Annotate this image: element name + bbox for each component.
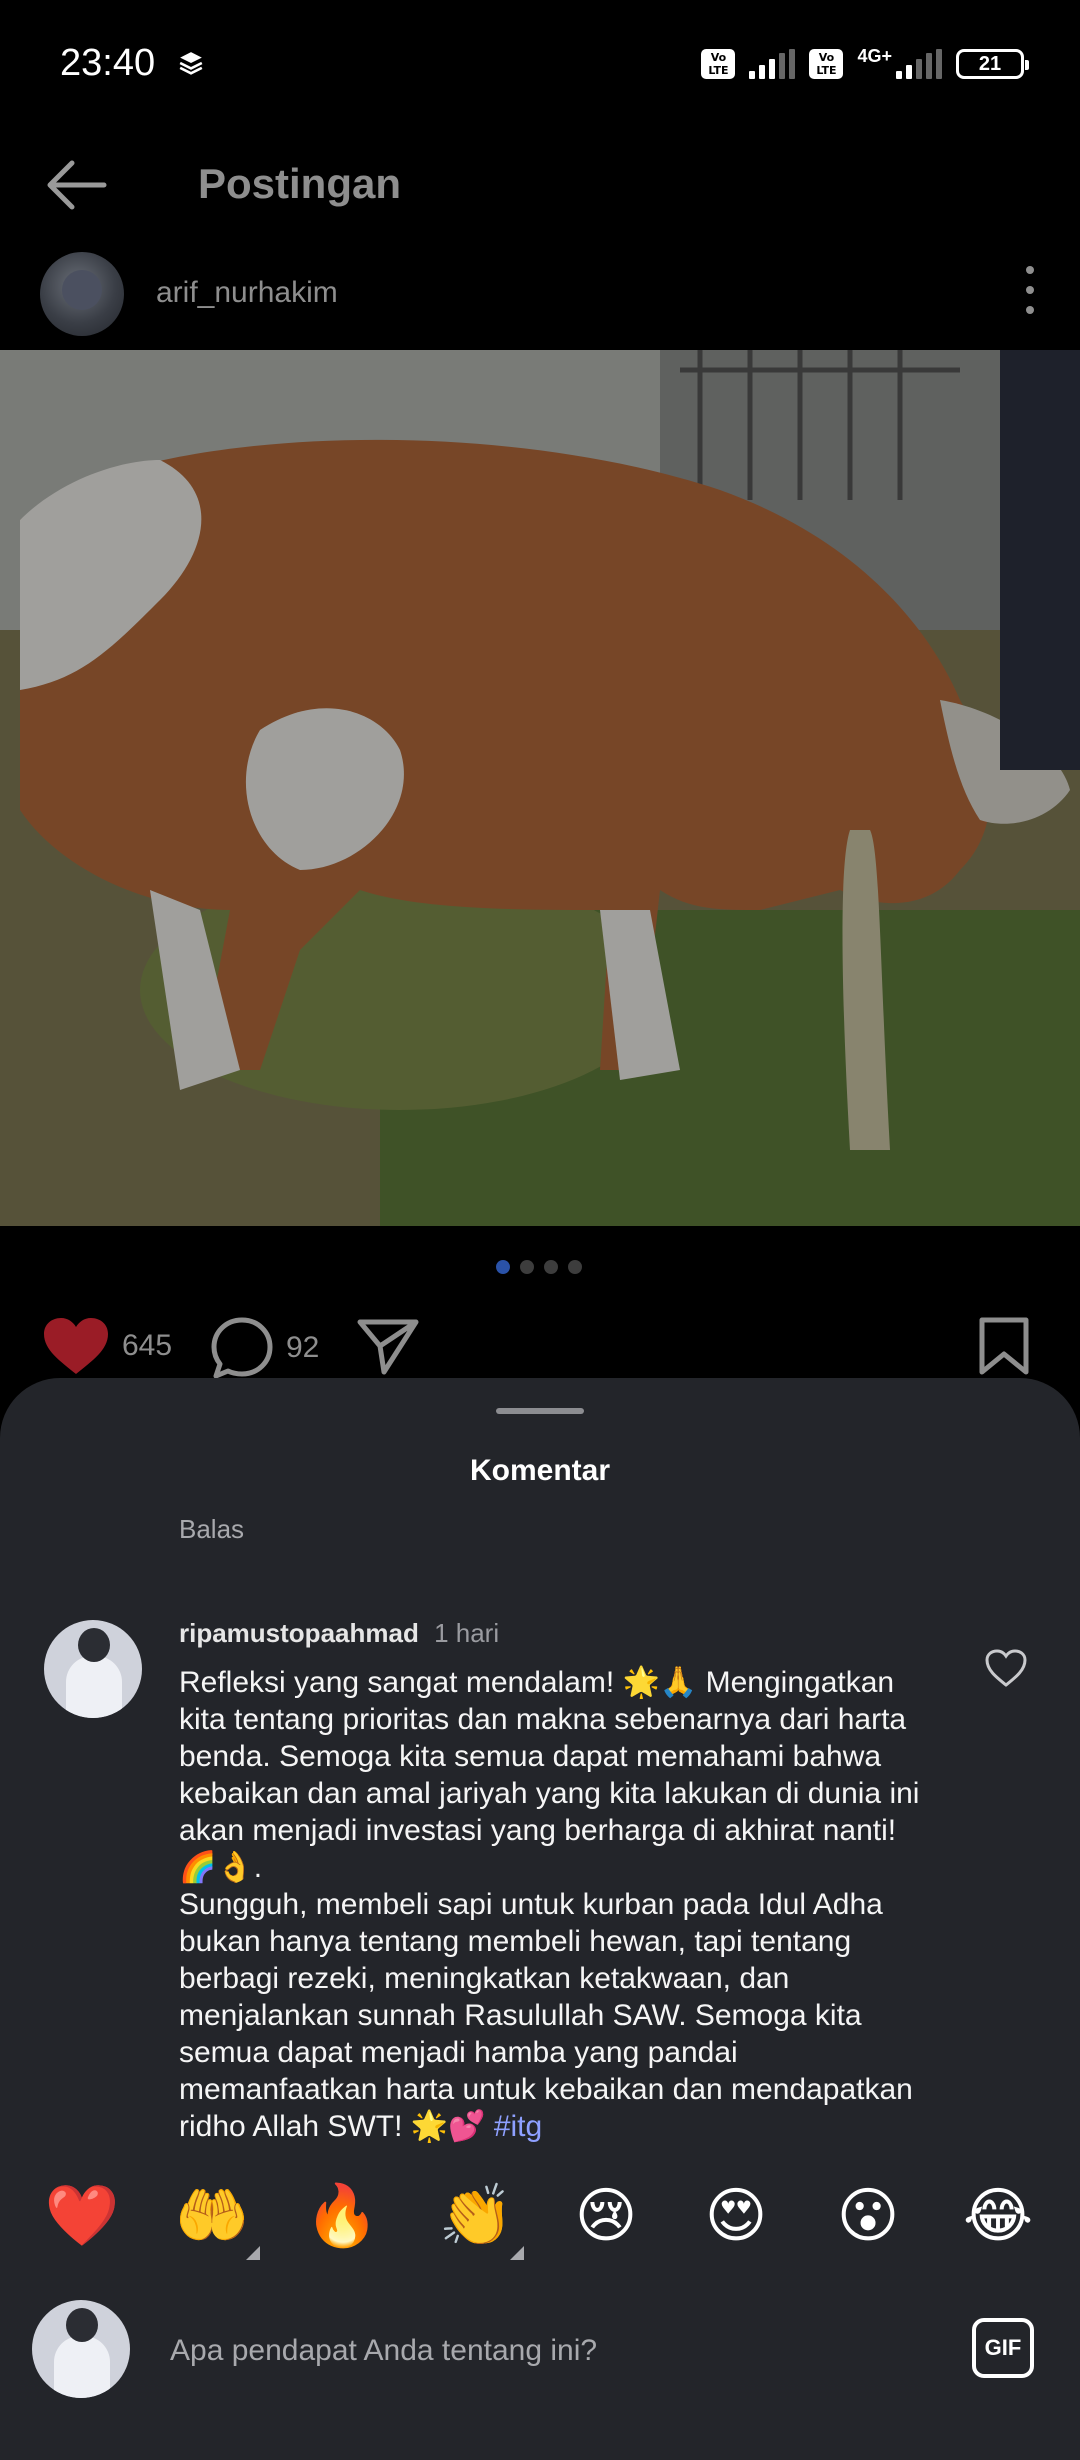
reaction-clap[interactable]: 👏 bbox=[436, 2178, 524, 2260]
like-count: 645 bbox=[122, 1329, 173, 1362]
comment-like-heart-icon[interactable] bbox=[984, 1648, 1028, 1688]
more-vertical-icon[interactable] bbox=[1020, 260, 1040, 320]
comment-action[interactable]: 92 bbox=[210, 1316, 319, 1380]
comment-meta: ripamustopaahmad 1 hari bbox=[179, 1618, 499, 1649]
battery-icon: 21 bbox=[956, 49, 1029, 79]
back-arrow-icon[interactable] bbox=[42, 158, 108, 212]
comment-count: 92 bbox=[286, 1331, 320, 1364]
comment-icon[interactable] bbox=[210, 1316, 274, 1380]
volte-icon: Vo LTE bbox=[701, 49, 736, 79]
post-author-row: arif_nurhakim bbox=[0, 240, 1080, 350]
reaction-wow[interactable]: 😮 bbox=[828, 2178, 908, 2254]
signal-icon bbox=[749, 49, 796, 79]
reaction-fire[interactable]: 🔥 bbox=[302, 2178, 382, 2254]
share-icon[interactable] bbox=[356, 1316, 420, 1376]
like-action[interactable]: 645 bbox=[42, 1316, 172, 1376]
reaction-hands[interactable]: 🤲 bbox=[172, 2178, 260, 2260]
comment-hashtag[interactable]: #itg bbox=[494, 2110, 542, 2143]
sheet-title: Komentar bbox=[469, 1454, 611, 1487]
my-avatar bbox=[32, 2300, 130, 2398]
reaction-heart-eyes[interactable]: 😍 bbox=[696, 2178, 776, 2254]
post-image[interactable] bbox=[0, 350, 1080, 1226]
carousel-indicator-row bbox=[0, 1226, 1080, 1316]
gif-button[interactable]: GIF bbox=[972, 2318, 1034, 2378]
page-title: Postingan bbox=[198, 160, 402, 207]
author-username[interactable]: arif_nurhakim bbox=[156, 276, 338, 310]
network-type: 4G+ bbox=[857, 45, 892, 66]
comment-body: Refleksi yang sangat mendalam! 🌟🙏 Mengin… bbox=[179, 1666, 920, 2143]
app-header: Postingan bbox=[0, 130, 1080, 240]
sheet-drag-handle[interactable] bbox=[496, 1408, 584, 1414]
carousel-dot bbox=[544, 1260, 558, 1274]
comments-sheet: Komentar Balas ripamustopaahmad 1 hari R… bbox=[0, 1378, 1080, 2460]
commenter-avatar[interactable] bbox=[44, 1620, 142, 1718]
carousel-dot bbox=[520, 1260, 534, 1274]
volte-icon-2: Vo LTE bbox=[809, 49, 844, 79]
layers-icon bbox=[179, 52, 203, 75]
carousel-dots bbox=[496, 1260, 582, 1274]
reaction-heart[interactable]: ❤️ bbox=[42, 2178, 122, 2254]
carousel-dot-active bbox=[496, 1260, 510, 1274]
skin-tone-indicator bbox=[246, 2246, 260, 2260]
carousel-dot bbox=[568, 1260, 582, 1274]
reaction-cry[interactable]: 😢 bbox=[566, 2178, 646, 2254]
comment-input[interactable] bbox=[170, 2326, 930, 2376]
heart-icon[interactable] bbox=[42, 1316, 110, 1376]
comment-text: Refleksi yang sangat mendalam! 🌟🙏 Mengin… bbox=[179, 1664, 939, 2145]
status-bar: 23:40 Vo LTE Vo LTE 4G+ 21 bbox=[0, 0, 1080, 130]
signal-icon-2 bbox=[896, 49, 942, 79]
reaction-hands-emoji: 🤲 bbox=[174, 2181, 250, 2251]
sheet-overlay bbox=[0, 350, 1080, 1226]
author-avatar[interactable] bbox=[40, 252, 124, 336]
skin-tone-indicator bbox=[510, 2246, 524, 2260]
quick-reactions-bar: ❤️ 🤲 🔥 👏 😢 😍 😮 😂 bbox=[0, 2178, 1080, 2260]
reaction-clap-emoji: 👏 bbox=[438, 2181, 514, 2251]
status-indicators: Vo LTE Vo LTE 4G+ 21 bbox=[701, 44, 1029, 84]
battery-level: 21 bbox=[978, 52, 1002, 75]
reply-link[interactable]: Balas bbox=[179, 1514, 244, 1545]
status-time: 23:40 bbox=[60, 42, 156, 84]
bookmark-icon[interactable] bbox=[978, 1316, 1030, 1376]
comment-time: 1 hari bbox=[434, 1618, 500, 1648]
reaction-laugh[interactable]: 😂 bbox=[958, 2178, 1038, 2254]
comment-composer: GIF bbox=[0, 2290, 1080, 2410]
commenter-username[interactable]: ripamustopaahmad bbox=[179, 1618, 419, 1648]
